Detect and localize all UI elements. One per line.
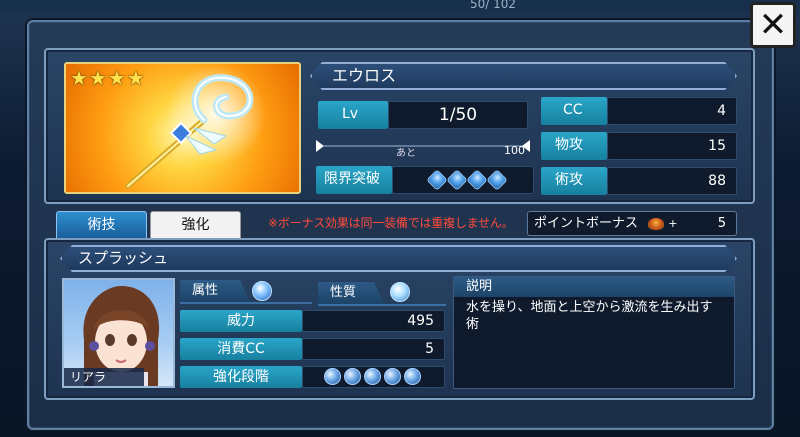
limit-gem-icon: [426, 169, 448, 191]
exp-remain-value: 100: [504, 144, 525, 157]
point-bonus-plus: +: [668, 217, 678, 230]
limit-break-label: 限界突破: [316, 166, 392, 194]
level-label: Lv: [318, 101, 388, 129]
nature-label: 性質: [318, 282, 384, 304]
enhance-orb-icon: [404, 368, 421, 385]
description-title: 説明: [454, 277, 734, 297]
item-name: エウロス: [332, 66, 397, 85]
tab-enhance[interactable]: 強化: [150, 211, 241, 239]
description-text: 水を操り、地面と上空から激流を生み出す術: [466, 300, 713, 332]
inventory-counter: 50/ 102: [470, 0, 517, 11]
cc-cost-value: 5: [302, 338, 445, 360]
enhance-orb-icon: [344, 368, 361, 385]
nature-divider: [318, 304, 446, 306]
water-element-icon: [252, 281, 272, 301]
item-card-image: ★ ★ ★ ★: [64, 62, 301, 194]
character-portrait: リアラ: [62, 278, 175, 388]
close-button[interactable]: ✕: [750, 2, 796, 48]
stat-value-cc: 4: [607, 97, 737, 125]
description-panel: 説明 水を操り、地面と上空から激流を生み出す術: [453, 276, 735, 389]
limit-gem-icon: [486, 169, 508, 191]
enhance-orb-icon: [364, 368, 381, 385]
bonus-notice: ※ボーナス効果は同一装備では重複しません。: [268, 216, 514, 230]
point-bonus-label: ポイントボーナス: [534, 216, 639, 231]
power-value: 495: [302, 310, 445, 332]
stat-value-phys-atk: 15: [607, 132, 737, 160]
point-bonus-value: 5: [717, 216, 726, 231]
skill-name-bar: スプラッシュ: [60, 245, 737, 272]
point-bonus-box: ポイントボーナス + 5: [527, 211, 737, 236]
stat-label-phys-atk: 物攻: [541, 132, 607, 160]
top-strip: 50/ 102: [0, 0, 800, 14]
stat-label-arte-atk: 術攻: [541, 167, 607, 195]
tab-arte[interactable]: 術技: [56, 211, 147, 239]
exp-remain-label: あと: [396, 148, 416, 159]
limit-break-gems: [426, 169, 508, 191]
attribute-divider: [180, 302, 312, 304]
nature-icon: [390, 282, 410, 302]
enhance-stage-label: 強化段階: [180, 366, 302, 388]
limit-gem-icon: [466, 169, 488, 191]
enhance-orb-icon: [384, 368, 401, 385]
level-value: 1/50: [388, 101, 528, 129]
cc-cost-label: 消費CC: [180, 338, 302, 360]
stat-value-arte-atk: 88: [607, 167, 737, 195]
attribute-label: 属性: [180, 280, 250, 302]
close-icon: ✕: [758, 5, 788, 45]
exp-bar: あと 100: [316, 136, 530, 159]
enhance-orbs: [324, 368, 421, 385]
exp-bar-frame: [316, 140, 530, 152]
item-name-bar: エウロス: [310, 62, 737, 90]
power-label: 威力: [180, 310, 302, 332]
enhance-orb-icon: [324, 368, 341, 385]
staff-weapon-icon: [125, 64, 266, 189]
limit-gem-icon: [446, 169, 468, 191]
stat-label-cc: CC: [541, 97, 607, 125]
character-name: リアラ: [64, 368, 144, 386]
skill-name: スプラッシュ: [78, 249, 169, 267]
bonus-food-icon: [648, 217, 665, 230]
